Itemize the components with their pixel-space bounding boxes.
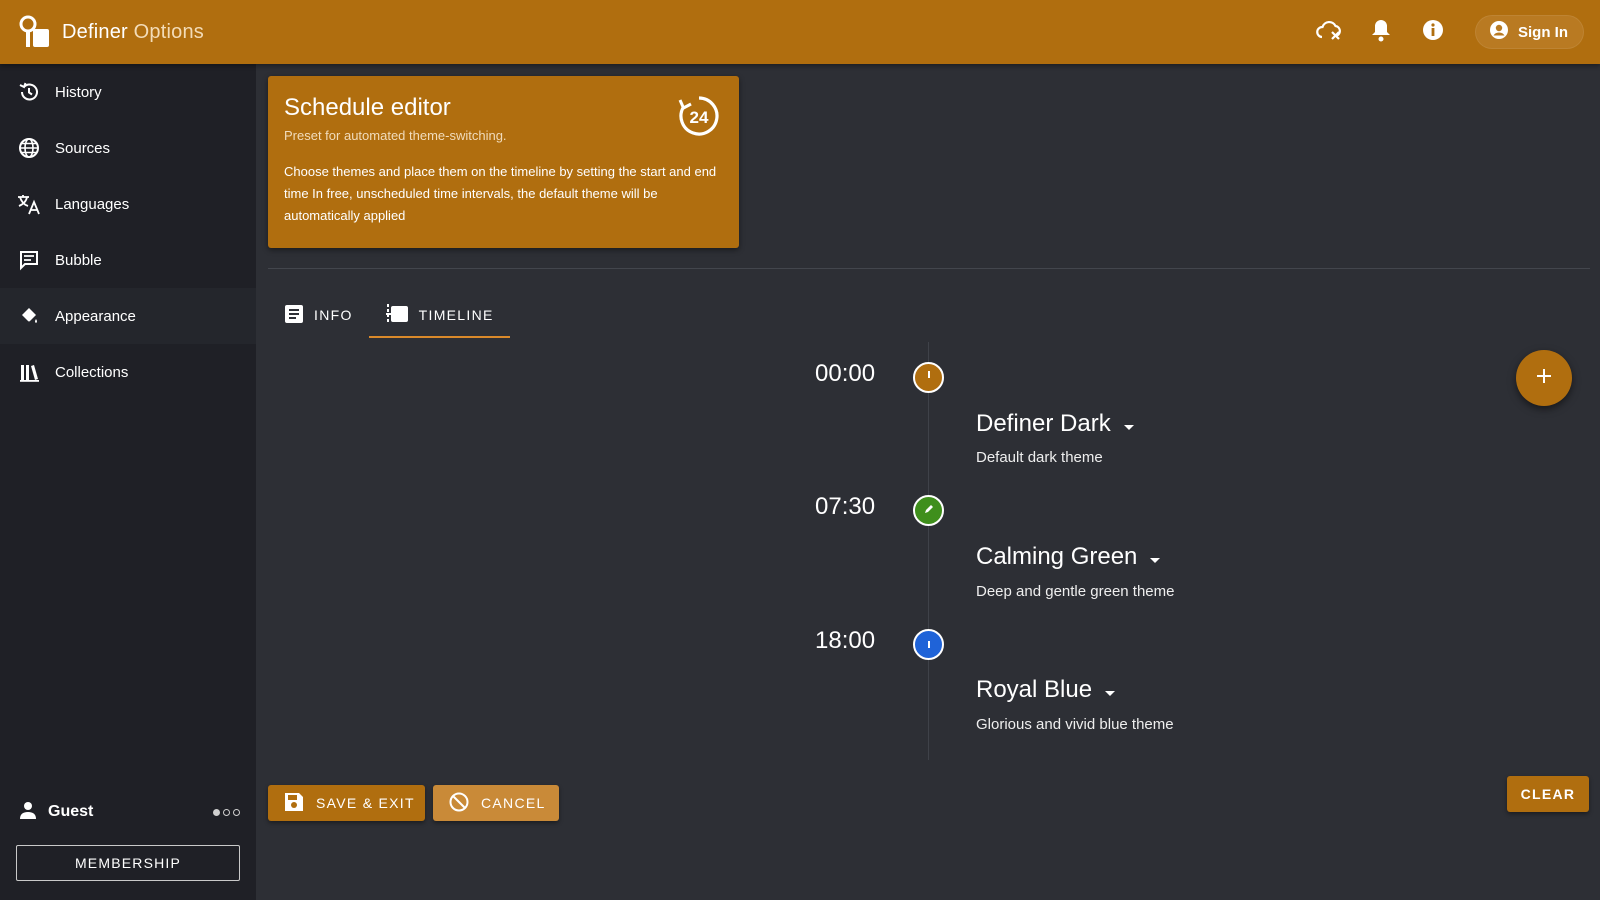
save-icon — [284, 792, 304, 815]
appbar-actions: Sign In — [1303, 6, 1584, 58]
timeline-marker[interactable] — [913, 495, 944, 526]
account-circle-icon — [1489, 20, 1509, 44]
timeline-time: 18:00 — [815, 627, 876, 654]
history-icon — [17, 80, 41, 104]
timeline-time: 07:30 — [815, 493, 876, 520]
card-title: Schedule editor — [284, 94, 451, 121]
person-icon — [18, 800, 38, 825]
chat-bubble-icon — [17, 248, 41, 272]
timeline-time: 00:00 — [815, 360, 876, 387]
sidebar-item-label: Sources — [55, 139, 111, 157]
tab-timeline[interactable]: TIMELINE — [368, 292, 510, 338]
clock-hand-icon — [923, 369, 935, 387]
more-dot-icon — [213, 808, 220, 816]
library-icon — [17, 360, 41, 384]
sidebar-item-history[interactable]: History — [0, 64, 256, 120]
theme-name: Definer Dark — [976, 410, 1111, 437]
card-subtitle: Preset for automated theme-switching. — [284, 128, 507, 143]
sign-in-button[interactable]: Sign In — [1475, 15, 1584, 49]
app-title-sub: Options — [133, 20, 204, 43]
app-title-main: Definer — [62, 20, 128, 43]
badge-text: 24 — [690, 108, 709, 127]
user-name: Guest — [48, 803, 94, 820]
user-row: Guest — [0, 794, 256, 830]
theme-select[interactable]: Calming Green — [976, 543, 1161, 571]
theme-name: Royal Blue — [976, 676, 1093, 703]
theme-description: Glorious and vivid blue theme — [976, 716, 1174, 733]
notifications-button[interactable] — [1355, 6, 1407, 58]
sidebar-item-collections[interactable]: Collections — [0, 344, 256, 400]
sidebar-item-label: Languages — [55, 195, 130, 213]
timeline-icon — [385, 303, 409, 327]
app-bar: Definer Options Sign In — [0, 0, 1600, 64]
membership-button[interactable]: MEMBERSHIP — [16, 845, 240, 881]
tab-label: TIMELINE — [418, 307, 494, 323]
app-title: Definer Options — [62, 21, 204, 44]
sidebar-item-languages[interactable]: Languages — [0, 176, 256, 232]
timeline-marker[interactable] — [913, 362, 944, 393]
block-icon — [449, 792, 469, 815]
timeline-marker[interactable] — [913, 629, 944, 660]
tab-info[interactable]: INFO — [268, 292, 369, 338]
theme-name: Calming Green — [976, 543, 1138, 570]
theme-select[interactable]: Definer Dark — [976, 410, 1135, 438]
cloud-off-button[interactable] — [1303, 6, 1355, 58]
sidebar-item-label: History — [55, 83, 102, 101]
more-dot-icon — [233, 808, 240, 816]
info-button[interactable] — [1407, 6, 1459, 58]
sidebar-item-appearance[interactable]: Appearance — [0, 288, 256, 344]
cancel-button[interactable]: CANCEL — [433, 785, 559, 821]
sidebar-item-label: Appearance — [55, 307, 136, 325]
theme-description: Default dark theme — [976, 449, 1103, 466]
plus-icon — [1536, 368, 1552, 389]
more-dot-icon — [223, 808, 230, 816]
translate-icon — [17, 192, 41, 216]
clock-24-icon: 24 — [677, 94, 721, 138]
dropdown-arrow-icon — [1104, 676, 1116, 704]
save-exit-label: SAVE & EXIT — [316, 795, 415, 811]
clear-button[interactable]: CLEAR — [1507, 776, 1589, 812]
clock-hand-icon — [923, 636, 935, 654]
bell-icon — [1370, 18, 1392, 47]
more-options-button[interactable] — [213, 808, 240, 816]
paint-bucket-icon — [17, 304, 41, 328]
timeline-line — [928, 342, 929, 760]
theme-description: Deep and gentle green theme — [976, 583, 1175, 600]
pencil-icon — [923, 502, 935, 520]
sidebar-item-label: Collections — [55, 363, 129, 381]
tab-label: INFO — [314, 307, 353, 323]
save-exit-button[interactable]: SAVE & EXIT — [268, 785, 425, 821]
sidebar-item-label: Bubble — [55, 251, 102, 269]
sidebar-item-sources[interactable]: Sources — [0, 120, 256, 176]
theme-select[interactable]: Royal Blue — [976, 676, 1116, 704]
sidebar-item-bubble[interactable]: Bubble — [0, 232, 256, 288]
tab-bar: INFO TIMELINE — [268, 292, 510, 338]
cancel-label: CANCEL — [481, 795, 546, 811]
sidebar: History Sources Languages Bubble Appeara… — [0, 64, 256, 900]
dropdown-arrow-icon — [1123, 410, 1135, 438]
card-description: Choose themes and place them on the time… — [284, 164, 717, 223]
globe-icon — [17, 136, 41, 160]
section-divider — [268, 268, 1590, 269]
dropdown-arrow-icon — [1149, 543, 1161, 571]
cloud-off-icon — [1316, 19, 1342, 46]
document-icon — [284, 304, 304, 327]
add-theme-button[interactable] — [1516, 350, 1572, 406]
definer-logo-icon — [18, 15, 52, 49]
info-icon — [1422, 19, 1444, 46]
sign-in-label: Sign In — [1518, 23, 1568, 41]
schedule-editor-card: Schedule editor Preset for automated the… — [268, 76, 739, 248]
